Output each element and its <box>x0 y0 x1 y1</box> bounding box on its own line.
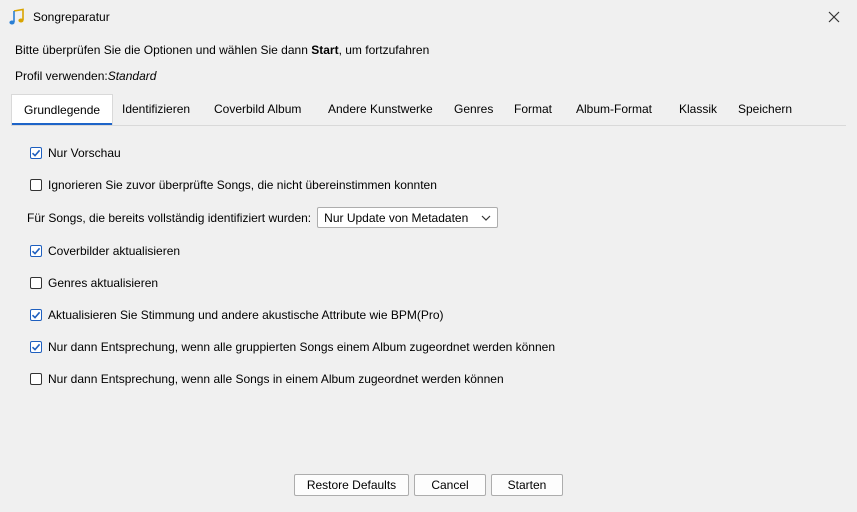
instruction-text: Bitte überprüfen Sie die Optionen und wä… <box>15 43 429 57</box>
cancel-button[interactable]: Cancel <box>414 474 486 496</box>
dropdown-value: Nur Update von Metadaten <box>324 210 469 225</box>
option-label: Aktualisieren Sie Stimmung und andere ak… <box>48 308 444 322</box>
option-ignore-checked-songs[interactable]: Ignorieren Sie zuvor überprüfte Songs, d… <box>30 177 437 193</box>
option-label: Nur dann Entsprechung, wenn alle gruppie… <box>48 340 555 354</box>
tab-album-format[interactable]: Album-Format <box>564 94 664 124</box>
chevron-down-icon <box>481 215 491 221</box>
option-label: Nur dann Entsprechung, wenn alle Songs i… <box>48 372 504 386</box>
check-icon <box>31 149 41 157</box>
checkbox[interactable] <box>30 341 42 353</box>
option-label: Coverbilder aktualisieren <box>48 244 181 258</box>
tab-andere-kunstwerke[interactable]: Andere Kunstwerke <box>316 94 445 124</box>
instruction-post: , um fortzufahren <box>338 43 430 57</box>
checkbox[interactable] <box>30 147 42 159</box>
option-label: Genres aktualisieren <box>48 276 159 290</box>
tab-genres[interactable]: Genres <box>442 94 505 124</box>
option-label: Ignorieren Sie zuvor überprüfte Songs, d… <box>48 178 437 192</box>
instruction-bold: Start <box>311 43 339 57</box>
tab-identifizieren[interactable]: Identifizieren <box>110 94 202 124</box>
check-icon <box>31 311 41 319</box>
checkbox[interactable] <box>30 373 42 385</box>
close-icon <box>828 11 840 23</box>
tab-grundlegende[interactable]: Grundlegende <box>11 94 114 125</box>
tab-bar: Grundlegende Identifizieren Coverbild Al… <box>11 94 846 126</box>
option-update-covers[interactable]: Coverbilder aktualisieren <box>30 243 180 259</box>
identified-songs-dropdown[interactable]: Nur Update von Metadaten <box>317 207 499 228</box>
checkbox[interactable] <box>30 179 42 191</box>
identified-songs-label: Für Songs, die bereits vollständig ident… <box>27 210 312 225</box>
tab-coverbild-album[interactable]: Coverbild Album <box>202 94 313 124</box>
option-update-mood-bpm[interactable]: Aktualisieren Sie Stimmung und andere ak… <box>30 307 444 323</box>
checkbox[interactable] <box>30 245 42 257</box>
restore-defaults-button[interactable]: Restore Defaults <box>294 474 409 496</box>
title-bar: Songreparatur <box>0 0 857 34</box>
option-nur-vorschau[interactable]: Nur Vorschau <box>30 145 121 161</box>
tab-format[interactable]: Format <box>502 94 564 124</box>
option-match-grouped-songs[interactable]: Nur dann Entsprechung, wenn alle gruppie… <box>30 339 555 355</box>
start-button[interactable]: Starten <box>491 474 563 496</box>
tab-speichern[interactable]: Speichern <box>726 94 804 124</box>
profile-value[interactable]: Standard <box>108 69 157 83</box>
identified-songs-row: Für Songs, die bereits vollständig ident… <box>27 207 499 228</box>
option-update-genres[interactable]: Genres aktualisieren <box>30 275 158 291</box>
profile-label: Profil verwenden: <box>15 69 108 83</box>
check-icon <box>31 247 41 255</box>
window-title: Songreparatur <box>33 10 110 24</box>
tab-klassik[interactable]: Klassik <box>667 94 729 124</box>
profile-line: Profil verwenden:Standard <box>15 69 156 83</box>
check-icon <box>31 343 41 351</box>
checkbox[interactable] <box>30 277 42 289</box>
checkbox[interactable] <box>30 309 42 321</box>
music-note-icon <box>9 8 24 25</box>
option-match-all-songs[interactable]: Nur dann Entsprechung, wenn alle Songs i… <box>30 371 504 387</box>
option-label: Nur Vorschau <box>48 146 121 160</box>
instruction-pre: Bitte überprüfen Sie die Optionen und wä… <box>15 43 312 57</box>
close-button[interactable] <box>811 0 857 34</box>
